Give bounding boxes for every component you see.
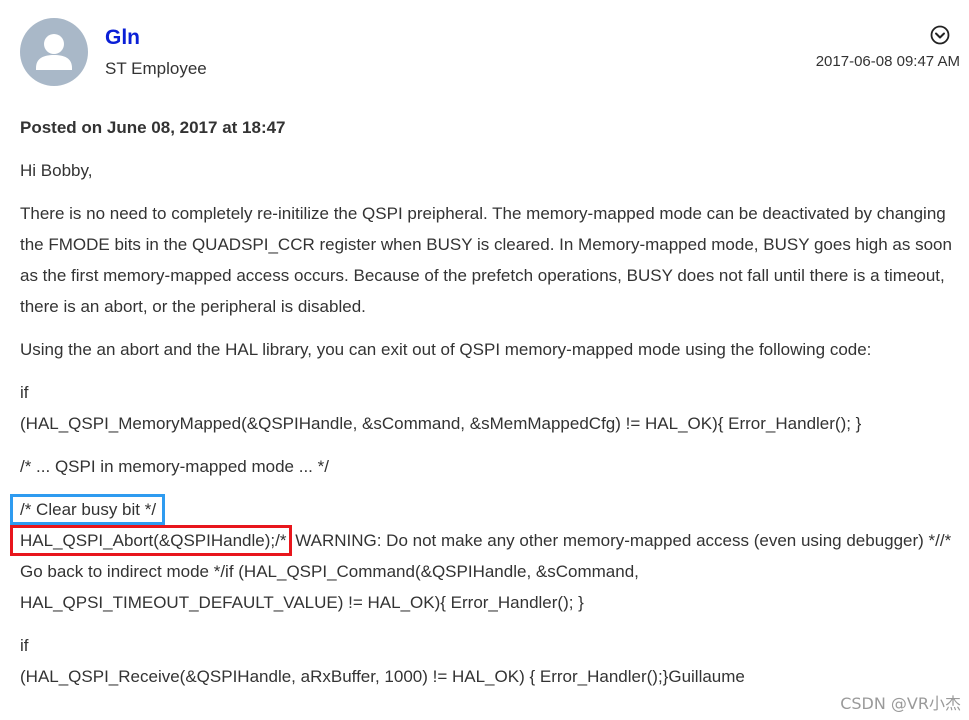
clear-busy-line: /* Clear busy bit */ (10, 494, 955, 525)
author-role: ST Employee (105, 59, 207, 78)
code-receive-call: (HAL_QSPI_Receive(&QSPIHandle, aRxBuffer… (20, 667, 745, 686)
post-date: 2017-06-08 09:47 AM (815, 53, 960, 70)
chevron-down-circle-icon[interactable] (930, 25, 950, 45)
code-block-2: if (HAL_QSPI_Receive(&QSPIHandle, aRxBuf… (20, 630, 955, 692)
body-paragraph-2: Using the an abort and the HAL library, … (20, 340, 872, 359)
abort-call-highlight: HAL_QSPI_Abort(&QSPIHandle);/* (10, 525, 293, 556)
clear-busy-comment-highlight: /* Clear busy bit */ (10, 494, 166, 525)
author-name[interactable]: Gln (105, 26, 140, 50)
code-block-1: if (HAL_QSPI_MemoryMapped(&QSPIHandle, &… (20, 377, 955, 439)
code-memory-mapped-call: (HAL_QSPI_MemoryMapped(&QSPIHandle, &sCo… (20, 414, 862, 433)
abort-paragraph: HAL_QSPI_Abort(&QSPIHandle);/* WARNING: … (10, 525, 955, 618)
posted-on-label: Posted on June 08, 2017 at 18:47 (20, 118, 286, 137)
code-comment: /* ... QSPI in memory-mapped mode ... */ (20, 457, 329, 476)
code-if-keyword-2: if (20, 636, 29, 655)
watermark: CSDN @VR小杰 (840, 694, 961, 713)
post-body: Posted on June 08, 2017 at 18:47 Hi Bobb… (10, 112, 955, 704)
code-if-keyword: if (20, 383, 29, 402)
post-header: Gln ST Employee 2017-06-08 09:47 AM (20, 18, 960, 88)
body-paragraph-1: There is no need to completely re-initil… (20, 204, 952, 316)
user-avatar-icon[interactable] (20, 18, 88, 86)
greeting-text: Hi Bobby, (20, 161, 93, 180)
